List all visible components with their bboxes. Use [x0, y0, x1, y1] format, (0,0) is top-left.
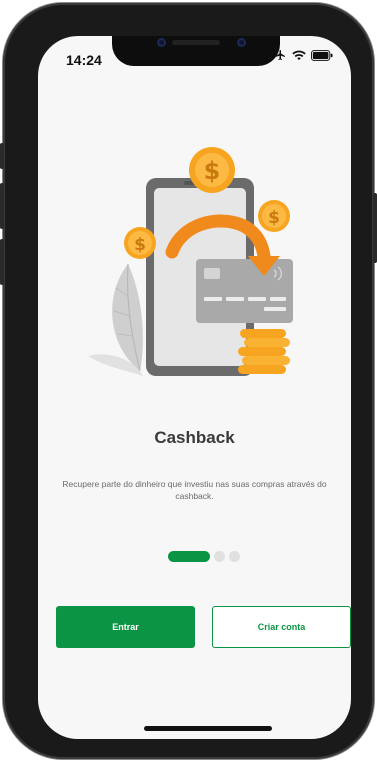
mute-switch — [0, 143, 4, 169]
leaf-illustration — [88, 263, 143, 376]
onboarding-title: Cashback — [154, 428, 235, 447]
page-dot[interactable] — [214, 551, 225, 562]
airplane-icon — [274, 48, 287, 66]
volume-down-button — [0, 239, 4, 285]
page-dot[interactable] — [229, 551, 240, 562]
status-icons — [274, 48, 333, 66]
login-button[interactable]: Entrar — [56, 606, 195, 648]
svg-text:$: $ — [204, 157, 221, 185]
notch — [112, 36, 280, 66]
battery-icon — [311, 48, 333, 66]
credit-card-illustration — [196, 259, 293, 323]
cashback-illustration: $ $ $ — [88, 147, 293, 376]
home-indicator[interactable] — [144, 726, 272, 731]
front-camera — [157, 38, 166, 47]
volume-up-button — [0, 183, 4, 229]
app-screen: 14:24 $ $ $ Cashback Recupere parte do d… — [38, 36, 351, 739]
phone-frame: 14:24 $ $ $ Cashback Recupere parte do d… — [0, 3, 377, 759]
coin-illustration: $ — [189, 147, 235, 193]
coin-illustration: $ — [258, 200, 290, 232]
coin-stack-illustration — [238, 329, 290, 374]
power-button — [373, 193, 377, 263]
wifi-icon — [292, 48, 306, 66]
sensor — [237, 38, 246, 47]
status-time: 14:24 — [66, 52, 102, 68]
svg-text:$: $ — [134, 235, 146, 255]
coin-illustration: $ — [124, 227, 156, 259]
svg-text:$: $ — [268, 208, 280, 228]
onboarding-description: Recupere parte do dinheiro que investiu … — [62, 479, 327, 501]
earpiece-speaker — [172, 40, 220, 45]
page-indicator — [168, 551, 240, 562]
page-dot-active[interactable] — [168, 551, 210, 562]
signup-button[interactable]: Criar conta — [212, 606, 351, 648]
